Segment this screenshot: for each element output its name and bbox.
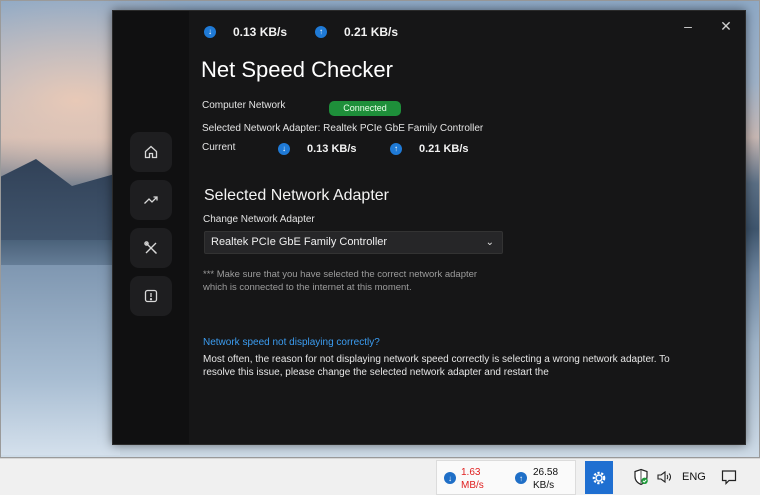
section-title: Selected Network Adapter	[204, 187, 389, 204]
top-upload-speed: ↑ 0.21 KB/s	[315, 25, 398, 39]
status-badge: Connected	[329, 101, 401, 116]
download-arrow-icon: ↓	[444, 472, 456, 484]
upload-arrow-icon: ↑	[390, 143, 402, 155]
close-button[interactable]: ✕	[711, 17, 741, 35]
adapter-select-value: Realtek PCIe GbE Family Controller	[211, 236, 388, 248]
taskbar-download-unit: MB/s	[461, 480, 484, 491]
help-link[interactable]: Network speed not displaying correctly?	[203, 337, 380, 348]
change-adapter-label: Change Network Adapter	[203, 214, 315, 225]
page-title: Net Speed Checker	[201, 57, 393, 82]
defender-shield-icon[interactable]	[632, 468, 650, 486]
gear-icon	[592, 471, 606, 484]
app-window: – ✕ ↓ 0.13 KB/s ↑ 0.21 KB/s Net Speed Ch…	[112, 10, 746, 445]
download-arrow-icon: ↓	[278, 143, 290, 155]
taskbar-download: 1.63 MB/s	[461, 466, 484, 492]
language-indicator[interactable]: ENG	[682, 471, 706, 483]
top-download-speed: ↓ 0.13 KB/s	[204, 25, 287, 39]
home-icon	[144, 145, 158, 159]
taskbar-settings-button[interactable]	[585, 461, 613, 494]
taskbar: ↓ 1.63 MB/s ↑ 26.58 KB/s ENG	[0, 458, 760, 495]
sidebar-item-statistics[interactable]	[130, 180, 172, 220]
current-download-speed: ↓ 0.13 KB/s	[278, 143, 357, 155]
taskbar-upload-value: 26.58	[533, 467, 559, 478]
sidebar-item-home[interactable]	[130, 132, 172, 172]
computer-network-label: Computer Network	[202, 100, 286, 111]
chevron-down-icon: ⌄	[485, 237, 494, 248]
tools-icon	[144, 241, 157, 254]
adapter-select[interactable]: Realtek PCIe GbE Family Controller ⌄	[204, 231, 503, 254]
sidebar-item-about[interactable]	[130, 276, 172, 316]
current-upload-value: 0.21 KB/s	[419, 143, 469, 155]
top-upload-value: 0.21 KB/s	[344, 25, 399, 39]
upload-arrow-icon: ↑	[315, 26, 327, 38]
taskbar-download-value: 1.63	[461, 467, 481, 478]
sidebar-item-tools[interactable]	[130, 228, 172, 268]
current-upload-speed: ↑ 0.21 KB/s	[390, 143, 469, 155]
taskbar-upload: 26.58 KB/s	[533, 466, 558, 492]
download-arrow-icon: ↓	[204, 26, 216, 38]
taskbar-net-speed-widget[interactable]: ↓ 1.63 MB/s ↑ 26.58 KB/s	[436, 460, 576, 495]
notification-icon[interactable]	[720, 468, 738, 486]
current-label: Current	[202, 142, 236, 153]
trending-up-icon	[144, 196, 158, 204]
minimize-button[interactable]: –	[673, 17, 703, 35]
taskbar-upload-unit: KB/s	[533, 480, 555, 491]
top-download-value: 0.13 KB/s	[233, 25, 288, 39]
adapter-note: *** Make sure that you have selected the…	[203, 269, 478, 293]
upload-arrow-icon: ↑	[515, 472, 527, 484]
help-text: Most often, the reason for not displayin…	[203, 354, 670, 378]
volume-icon[interactable]	[655, 468, 673, 486]
sidebar	[113, 11, 189, 444]
current-download-value: 0.13 KB/s	[307, 143, 357, 155]
selected-adapter-text: Selected Network Adapter: Realtek PCIe G…	[202, 123, 484, 134]
info-icon	[144, 289, 158, 303]
